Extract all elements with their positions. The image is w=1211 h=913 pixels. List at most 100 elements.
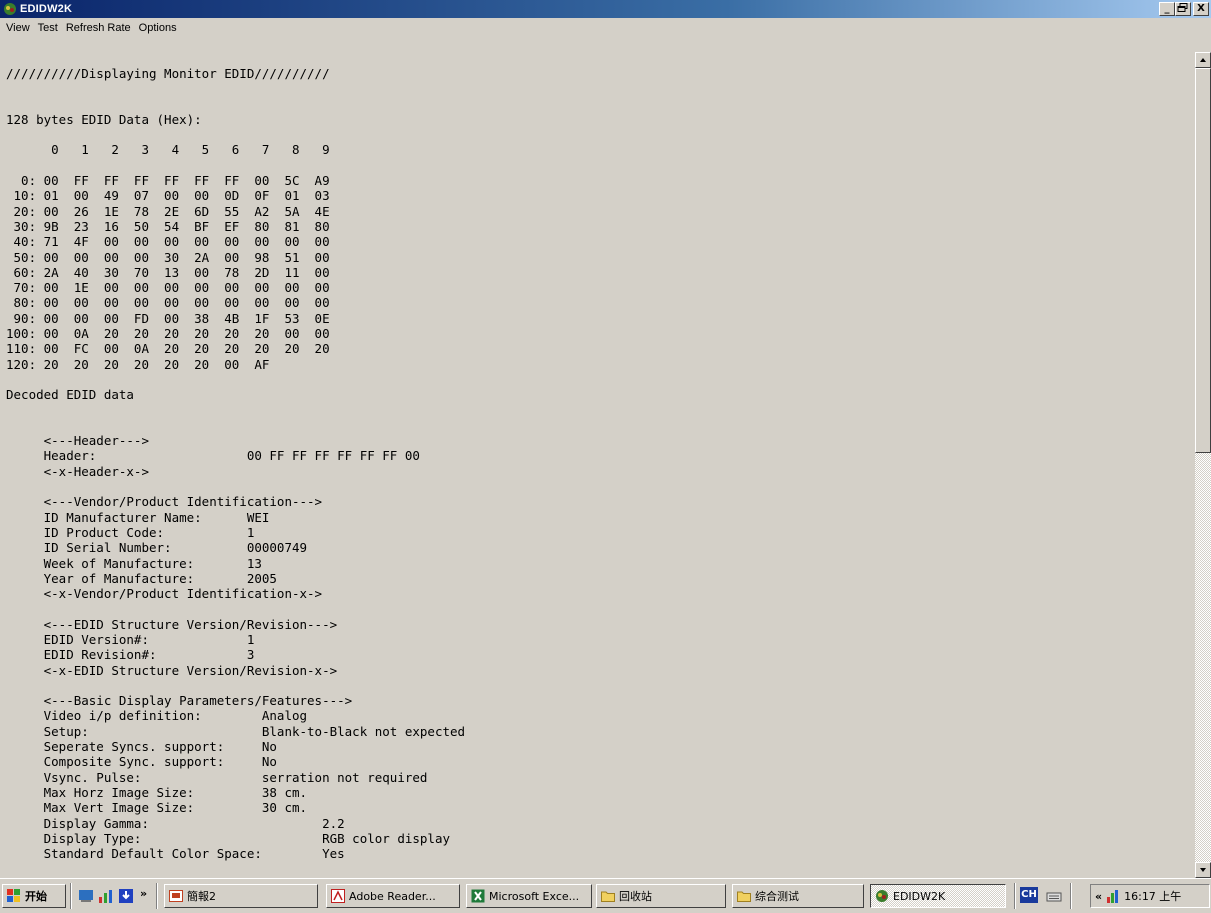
output-line: 100: 00 0A 20 20 20 20 20 20 00 00 — [6, 326, 330, 342]
task-recycle-bin-folder[interactable]: 回收站 — [596, 884, 726, 908]
output-line: Week of Manufacture: 13 — [6, 555, 262, 571]
system-tray: « 16:17 上午 — [1090, 884, 1210, 908]
output-line: 10: 01 00 49 07 00 00 0D 0F 01 03 — [6, 188, 330, 204]
edid-output-area[interactable]: //////////Displaying Monitor EDID///////… — [0, 52, 1195, 878]
output-line: ID Product Code: 1 — [6, 524, 255, 540]
output-line: <-x-EDID Structure Version/Revision-x-> — [6, 662, 338, 678]
task-label: 簡報2 — [187, 890, 216, 903]
task-edidw2k[interactable]: EDIDW2K — [870, 884, 1006, 908]
adobe-reader-icon — [331, 889, 345, 903]
window-title: EDIDW2K — [20, 3, 73, 15]
output-line: <---Header---> — [6, 433, 149, 449]
output-line: 0 1 2 3 4 5 6 7 8 9 — [6, 142, 330, 158]
edidw2k-app-icon — [3, 2, 17, 16]
output-line: 70: 00 1E 00 00 00 00 00 00 00 00 — [6, 280, 330, 296]
menu-bar: View Test Refresh Rate Options — [0, 18, 1211, 52]
output-line: ID Serial Number: 00000749 — [6, 540, 308, 556]
output-line: 40: 71 4F 00 00 00 00 00 00 00 00 — [6, 234, 330, 250]
quicklaunch-more-icon[interactable]: » — [140, 887, 147, 900]
output-line: 60: 2A 40 30 70 13 00 78 2D 11 00 — [6, 264, 330, 280]
presentation-icon — [169, 889, 183, 903]
close-button[interactable]: X — [1193, 2, 1209, 16]
desktop-icon[interactable] — [78, 888, 94, 904]
download-icon[interactable] — [118, 888, 134, 904]
output-line: Seperate Syncs. support: No — [6, 739, 277, 755]
edid-output-text: //////////Displaying Monitor EDID///////… — [6, 66, 465, 861]
output-line: Year of Manufacture: 2005 — [6, 570, 277, 586]
output-line: EDID Revision#: 3 — [6, 647, 255, 663]
output-line: <---Vendor/Product Identification---> — [6, 494, 323, 510]
output-line: 0: 00 FF FF FF FF FF FF 00 5C A9 — [6, 173, 330, 189]
output-line: //////////Displaying Monitor EDID///////… — [6, 66, 330, 81]
output-line: Standard Default Color Space: Yes — [6, 846, 345, 862]
tray-expand-icon[interactable]: « — [1095, 890, 1102, 903]
menu-refresh-rate[interactable]: Refresh Rate — [66, 22, 131, 34]
output-line: Max Horz Image Size: 38 cm. — [6, 784, 308, 800]
scroll-thumb[interactable] — [1195, 68, 1211, 453]
task-adobe-reader[interactable]: Adobe Reader... — [326, 884, 460, 908]
clock[interactable]: 16:17 上午 — [1124, 888, 1181, 904]
folder-icon — [601, 889, 615, 903]
output-line: Composite Sync. support: No — [6, 754, 277, 770]
vertical-scrollbar[interactable] — [1195, 52, 1211, 878]
output-line: 120: 20 20 20 20 20 20 00 AF — [6, 356, 270, 372]
scroll-up-button[interactable] — [1195, 52, 1211, 68]
folder-icon — [737, 889, 751, 903]
output-line: <---Basic Display Parameters/Features---… — [6, 693, 353, 709]
output-line: <-x-Header-x-> — [6, 463, 149, 479]
taskbar: 开始 » 簡報2 Adobe Reader... Microsoft Exce.… — [0, 878, 1211, 913]
output-line: Vsync. Pulse: serration not required — [6, 769, 428, 785]
output-line: <---EDID Structure Version/Revision---> — [6, 616, 338, 632]
output-line: ID Manufacturer Name: WEI — [6, 509, 270, 525]
window-titlebar[interactable]: EDIDW2K _ X — [0, 0, 1211, 18]
output-line: 50: 00 00 00 00 30 2A 00 98 51 00 — [6, 249, 330, 265]
output-line: 80: 00 00 00 00 00 00 00 00 00 00 — [6, 295, 330, 311]
task-label: EDIDW2K — [893, 889, 946, 903]
task-presentation[interactable]: 簡報2 — [164, 884, 318, 908]
output-line: Display Gamma: 2.2 — [6, 815, 345, 831]
minimize-button[interactable]: _ — [1159, 2, 1175, 16]
restore-button[interactable] — [1175, 2, 1191, 16]
task-label: 回收站 — [619, 890, 652, 903]
output-line: Setup: Blank-to-Black not expected — [6, 723, 466, 739]
output-line: 90: 00 00 00 FD 00 38 4B 1F 53 0E — [6, 310, 330, 326]
menu-options[interactable]: Options — [139, 22, 177, 34]
start-label: 开始 — [25, 890, 47, 903]
output-line: 30: 9B 23 16 50 54 BF EF 80 81 80 — [6, 218, 330, 234]
output-line: 128 bytes EDID Data (Hex): — [6, 111, 202, 127]
chart-icon[interactable] — [98, 888, 114, 904]
output-line: Video i/p definition: Analog — [6, 708, 308, 724]
output-line: Header: 00 FF FF FF FF FF FF 00 — [6, 448, 420, 464]
excel-icon — [471, 889, 485, 903]
task-test-folder[interactable]: 综合测试 — [732, 884, 864, 908]
scroll-down-button[interactable] — [1195, 862, 1211, 878]
output-line: Max Vert Image Size: 30 cm. — [6, 800, 308, 816]
menu-test[interactable]: Test — [38, 22, 58, 34]
edidw2k-app-icon — [875, 889, 889, 903]
menu-view[interactable]: View — [6, 22, 30, 34]
windows-logo-icon — [7, 889, 21, 903]
task-excel[interactable]: Microsoft Exce... — [466, 884, 592, 908]
output-line: Decoded EDID data — [6, 387, 134, 403]
keyboard-icon[interactable] — [1046, 888, 1062, 904]
start-button[interactable]: 开始 — [2, 884, 66, 908]
output-line: 20: 00 26 1E 78 2E 6D 55 A2 5A 4E — [6, 203, 330, 219]
output-line: Display Type: RGB color display — [6, 830, 451, 846]
task-label: 综合测试 — [755, 890, 799, 903]
chart-icon[interactable] — [1106, 889, 1120, 903]
task-label: Adobe Reader... — [349, 889, 436, 903]
output-line: <-x-Vendor/Product Identification-x-> — [6, 586, 323, 602]
output-line: 110: 00 FC 00 0A 20 20 20 20 20 20 — [6, 341, 330, 357]
output-line: EDID Version#: 1 — [6, 631, 255, 647]
language-indicator[interactable]: CH — [1020, 887, 1038, 903]
